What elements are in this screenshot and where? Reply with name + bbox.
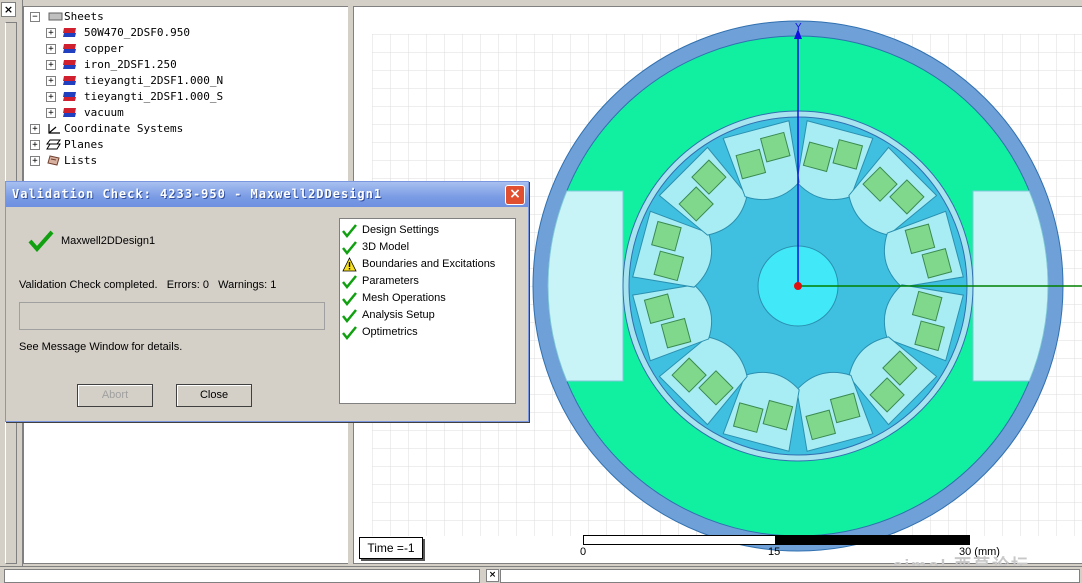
check-icon [342, 292, 357, 306]
scale-bar [583, 535, 970, 545]
step-label: Design Settings [362, 224, 440, 236]
expand-icon[interactable]: + [46, 60, 56, 70]
material-sheet-icon [63, 60, 76, 69]
check-icon [342, 241, 357, 255]
validation-status: Validation Check completed. Errors: 0 Wa… [19, 279, 277, 291]
material-sheet-icon [63, 28, 76, 37]
close-icon[interactable]: × [1, 2, 16, 17]
step-label: Mesh Operations [362, 292, 446, 304]
status-bar: × [0, 566, 1082, 583]
step-label: 3D Model [362, 241, 410, 253]
expand-icon[interactable]: + [30, 156, 40, 166]
validation-steps-list: Design Settings 3D Model Boundaries and … [339, 218, 516, 404]
expand-icon[interactable]: + [46, 44, 56, 54]
check-icon [342, 326, 357, 340]
material-sheet-icon [63, 76, 76, 85]
step-design-settings: Design Settings [340, 222, 515, 239]
tree-item-label: Lists [64, 154, 98, 167]
material-sheet-icon [63, 92, 76, 101]
sheet-icon [48, 12, 63, 21]
scale-bar-segment [775, 536, 969, 544]
lists-icon [47, 155, 60, 166]
step-label: Analysis Setup [362, 309, 435, 321]
origin-marker [794, 282, 802, 290]
tree-item-label: iron_2DSF1.250 [84, 58, 177, 71]
material-sheet-icon [63, 108, 76, 117]
progress-field [19, 302, 325, 330]
abort-button[interactable]: Abort [77, 384, 153, 407]
step-3d-model: 3D Model [340, 239, 515, 256]
expand-icon[interactable]: + [46, 92, 56, 102]
tree-item-label: Coordinate Systems [64, 122, 184, 135]
time-display: Time =-1 [359, 537, 423, 559]
coordinate-system-icon [48, 124, 60, 134]
expand-icon[interactable]: + [46, 28, 56, 38]
dialog-title: Validation Check: 4233-950 - Maxwell2DDe… [12, 187, 383, 201]
expand-icon[interactable]: + [30, 140, 40, 150]
step-label: Parameters [362, 275, 419, 287]
expand-icon[interactable]: + [46, 76, 56, 86]
check-icon [28, 230, 54, 252]
tree-item-label: Planes [64, 138, 104, 151]
left-pole-wedge [547, 190, 624, 382]
message-hint: See Message Window for details. [19, 341, 183, 353]
scale-label-start: 0 [580, 546, 587, 558]
tree-item-label: tieyangti_2DSF1.000_S [84, 90, 224, 103]
material-sheet-icon [63, 44, 76, 53]
expand-icon[interactable]: + [30, 124, 40, 134]
tree-item-label: tieyangti_2DSF1.000_N [84, 74, 224, 87]
close-icon[interactable]: × [486, 569, 499, 582]
tree-item-label: copper [84, 42, 124, 55]
warning-icon [342, 257, 357, 272]
validation-check-dialog: Validation Check: 4233-950 - Maxwell2DDe… [5, 181, 529, 422]
y-axis-label: Y [795, 22, 802, 33]
step-analysis-setup: Analysis Setup [340, 307, 515, 324]
step-label: Optimetrics [362, 326, 418, 338]
dialog-title-bar[interactable]: Validation Check: 4233-950 - Maxwell2DDe… [6, 182, 528, 207]
check-icon [342, 275, 357, 289]
check-icon [342, 309, 357, 323]
planes-icon [46, 139, 61, 150]
scale-label-mid: 15 [768, 546, 781, 558]
collapse-icon[interactable]: − [30, 12, 40, 22]
step-mesh-operations: Mesh Operations [340, 290, 515, 307]
step-optimetrics: Optimetrics [340, 324, 515, 341]
design-name: Maxwell2DDesign1 [61, 235, 156, 247]
tree-item-label: 50W470_2DSF0.950 [84, 26, 190, 39]
tree-item-label: vacuum [84, 106, 124, 119]
dialog-close-icon[interactable]: × [505, 185, 525, 205]
tree-item-label: Sheets [64, 10, 104, 23]
check-icon [342, 224, 357, 238]
step-parameters: Parameters [340, 273, 515, 290]
close-button[interactable]: Close [176, 384, 252, 407]
step-boundaries-excitations: Boundaries and Excitations [340, 256, 515, 273]
expand-icon[interactable]: + [46, 108, 56, 118]
step-label: Boundaries and Excitations [362, 258, 496, 270]
